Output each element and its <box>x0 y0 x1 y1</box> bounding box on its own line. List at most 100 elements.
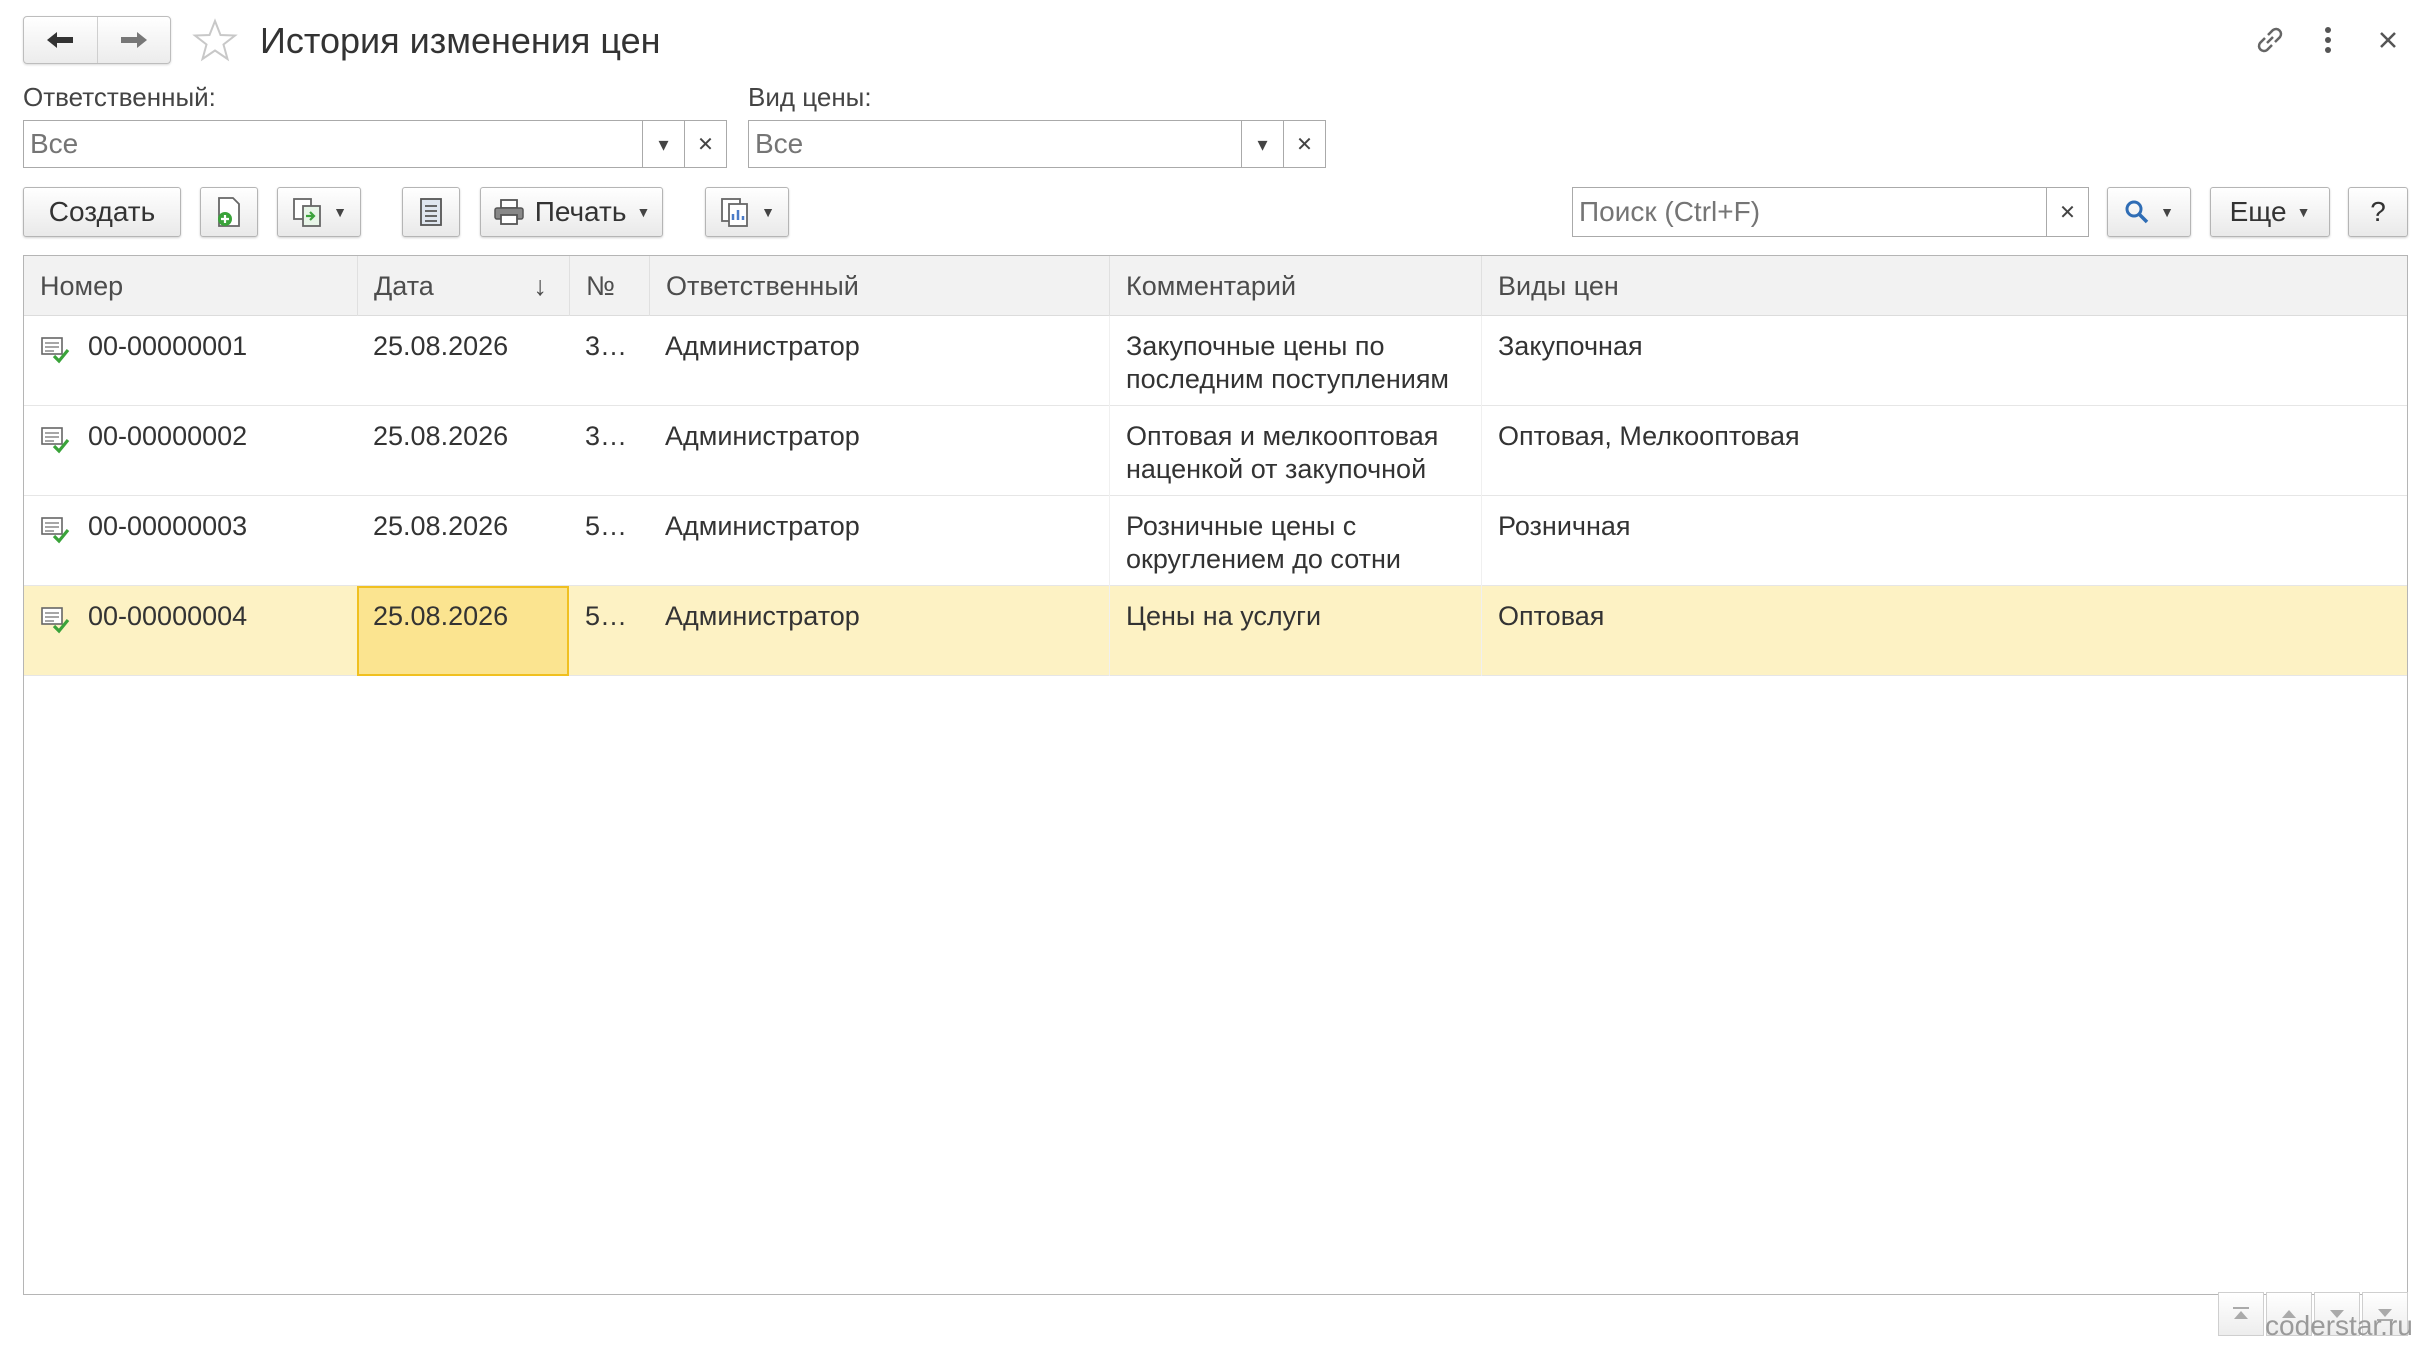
responsible-clear-button[interactable]: ✕ <box>684 121 726 167</box>
price-types-cell: Оптовая, Мелкооптовая <box>1481 406 2407 496</box>
number-cell: 00-00000004 <box>24 586 357 676</box>
chevron-down-icon: ▼ <box>2296 204 2311 220</box>
number-cell: 00-00000001 <box>24 316 357 406</box>
chevron-down-icon: ▼ <box>2160 204 2174 220</box>
table-row[interactable]: 00-00000003 25.08.2026 5… Администратор … <box>24 496 2407 586</box>
more-button[interactable]: Еще ▼ <box>2210 187 2330 237</box>
comment-cell: Оптовая и мелкооптовая наценкой от закуп… <box>1109 406 1481 496</box>
clear-icon: ✕ <box>697 133 714 156</box>
forward-button[interactable] <box>96 17 171 63</box>
price-type-filter-input[interactable] <box>749 121 1241 167</box>
scroll-to-top-button[interactable] <box>2218 1292 2264 1336</box>
document-number: 00-00000004 <box>88 601 248 631</box>
search-field: ✕ <box>1572 187 2089 237</box>
column-header-number[interactable]: Номер <box>24 256 357 316</box>
link-button[interactable] <box>2248 18 2292 62</box>
watermark: coderstar.ru <box>2265 1310 2413 1341</box>
posted-document-icon <box>41 607 70 634</box>
responsible-cell: Администратор <box>665 331 860 361</box>
printer-icon <box>493 199 524 225</box>
date-cell: 25.08.2026 <box>373 421 509 451</box>
comment-cell: Закупочные цены по последним поступления… <box>1109 316 1481 406</box>
comment-cell: Цены на услуги <box>1109 586 1481 676</box>
date-cell-current[interactable]: 25.08.2026 <box>357 586 569 676</box>
list-settings-button[interactable] <box>402 187 460 237</box>
responsible-cell: Администратор <box>665 601 860 631</box>
number-cell: 00-00000002 <box>24 406 357 496</box>
more-button-label: Еще <box>2229 196 2287 227</box>
date-cell: 25.08.2026 <box>373 511 509 541</box>
reports-button[interactable]: ▼ <box>705 187 789 237</box>
chevron-down-icon: ▾ <box>658 133 669 156</box>
create-based-on-icon <box>293 198 321 227</box>
list-icon <box>420 198 442 226</box>
price-type-dropdown-button[interactable]: ▾ <box>1241 121 1283 167</box>
search-options-button[interactable]: ▼ <box>2107 187 2191 237</box>
help-button[interactable]: ? <box>2348 187 2408 237</box>
no-cell: 3… <box>585 331 628 361</box>
no-cell: 5… <box>585 601 628 631</box>
comment-line: последним поступлениям <box>1126 364 1449 394</box>
comment-line: Оптовая и мелкооптовая <box>1126 421 1439 451</box>
arrow-right-icon <box>120 32 147 48</box>
column-header-comment[interactable]: Комментарий <box>1109 256 1481 316</box>
responsible-dropdown-button[interactable]: ▾ <box>642 121 684 167</box>
create-based-on-button[interactable]: ▼ <box>277 187 361 237</box>
chevron-down-icon: ▼ <box>333 204 347 220</box>
posted-document-icon <box>41 337 70 364</box>
document-number: 00-00000001 <box>88 331 248 361</box>
price-type-clear-button[interactable]: ✕ <box>1283 121 1325 167</box>
new-document-icon <box>218 197 240 227</box>
comment-line: Розничные цены с <box>1126 511 1357 541</box>
responsible-filter-input[interactable] <box>24 121 642 167</box>
document-number: 00-00000002 <box>88 421 248 451</box>
no-cell: 5… <box>585 511 628 541</box>
documents-table: Номер Дата ↓ № Ответственный Комментарий… <box>23 255 2408 1295</box>
help-button-label: ? <box>2370 196 2386 227</box>
navigation-group <box>23 16 171 64</box>
link-icon <box>2257 27 2283 53</box>
clear-icon: ✕ <box>1296 133 1313 156</box>
column-header-no[interactable]: № <box>569 256 649 316</box>
search-input[interactable] <box>1573 188 2046 236</box>
chevron-down-icon: ▼ <box>761 204 775 220</box>
arrow-left-icon <box>47 32 74 48</box>
column-header-responsible[interactable]: Ответственный <box>649 256 1109 316</box>
number-cell: 00-00000003 <box>24 496 357 586</box>
sort-arrow-icon: ↓ <box>533 271 548 301</box>
create-copy-button[interactable] <box>200 187 258 237</box>
comment-line: Цены на услуги <box>1126 601 1322 631</box>
back-button[interactable] <box>24 17 97 63</box>
star-icon <box>192 18 238 62</box>
responsible-filter: ▾ ✕ <box>23 120 727 168</box>
page-title: История изменения цен <box>260 20 661 61</box>
print-button-label: Печать <box>534 196 627 227</box>
favorite-star-button[interactable] <box>190 16 240 66</box>
responsible-cell: Администратор <box>665 511 860 541</box>
comment-line: наценкой от закупочной <box>1126 454 1427 484</box>
date-cell: 25.08.2026 <box>373 331 509 361</box>
close-icon <box>2380 32 2396 48</box>
table-row[interactable]: 00-00000002 25.08.2026 3… Администратор … <box>24 406 2407 496</box>
create-button[interactable]: Создать <box>23 187 181 237</box>
clear-icon: ✕ <box>2059 201 2076 224</box>
column-header-price-types[interactable]: Виды цен <box>1481 256 2407 316</box>
posted-document-icon <box>41 427 70 454</box>
responsible-cell: Администратор <box>665 421 860 451</box>
table-row-selected[interactable]: 00-00000004 25.08.2026 5… Администратор … <box>24 586 2407 676</box>
price-type-filter-label: Вид цены: <box>748 82 872 112</box>
column-header-date[interactable]: Дата ↓ <box>357 256 569 316</box>
comment-cell: Розничные цены с округлением до сотни <box>1109 496 1481 586</box>
close-button[interactable] <box>2366 18 2410 62</box>
create-button-label: Создать <box>48 196 156 227</box>
search-clear-button[interactable]: ✕ <box>2046 188 2088 236</box>
more-actions-button[interactable] <box>2306 18 2350 62</box>
table-header: Номер Дата ↓ № Ответственный Комментарий… <box>24 256 2407 316</box>
document-number: 00-00000003 <box>88 511 248 541</box>
price-types-cell: Розничная <box>1481 496 2407 586</box>
chevron-down-icon: ▼ <box>636 204 651 220</box>
print-button[interactable]: Печать ▼ <box>480 187 663 237</box>
responsible-filter-label: Ответственный: <box>23 82 216 112</box>
magnifier-icon <box>2125 200 2149 224</box>
table-row[interactable]: 00-00000001 25.08.2026 3… Администратор … <box>24 316 2407 406</box>
